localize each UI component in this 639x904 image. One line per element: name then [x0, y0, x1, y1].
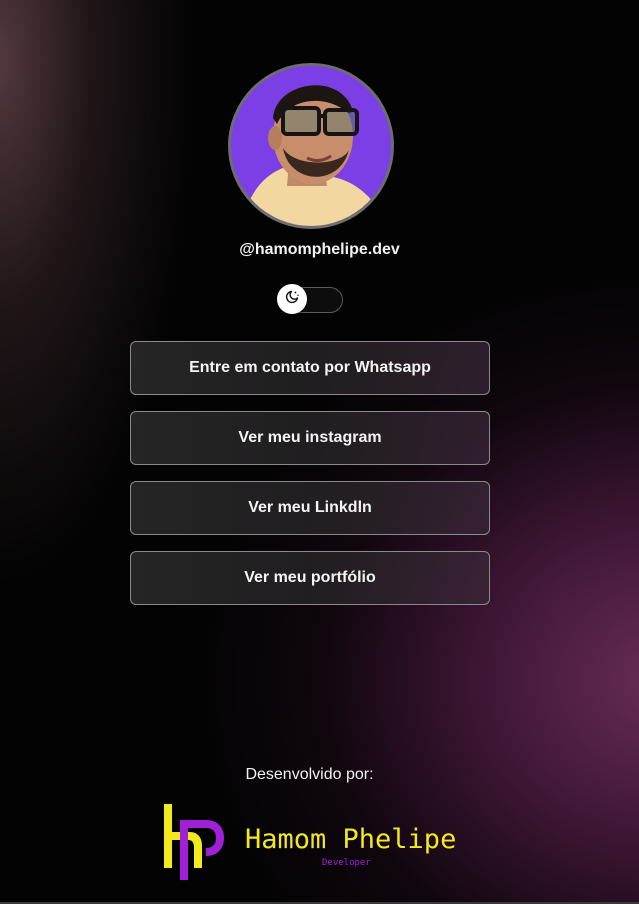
credit-label: Desenvolvido por: [245, 766, 374, 783]
hp-monogram-icon [164, 804, 224, 880]
moon-stars-icon [284, 289, 300, 310]
theme-toggle[interactable] [277, 284, 343, 314]
profile-handle: @hamomphelipe.dev [239, 241, 400, 258]
logo-subtitle: Developer [322, 858, 371, 868]
link-list: Entre em contato por Whatsapp Ver meu in… [130, 341, 490, 621]
developer-logo: Hamom Phelipe Developer [160, 802, 470, 884]
portfolio-button[interactable]: Ver meu portfólio [130, 551, 490, 605]
logo-name: Hamom Phelipe [245, 824, 457, 855]
toggle-knob[interactable] [277, 284, 307, 314]
whatsapp-button[interactable]: Entre em contato por Whatsapp [130, 341, 490, 395]
linkedin-button[interactable]: Ver meu Linkdln [130, 481, 490, 535]
profile-avatar [228, 63, 394, 229]
instagram-button[interactable]: Ver meu instagram [130, 411, 490, 465]
